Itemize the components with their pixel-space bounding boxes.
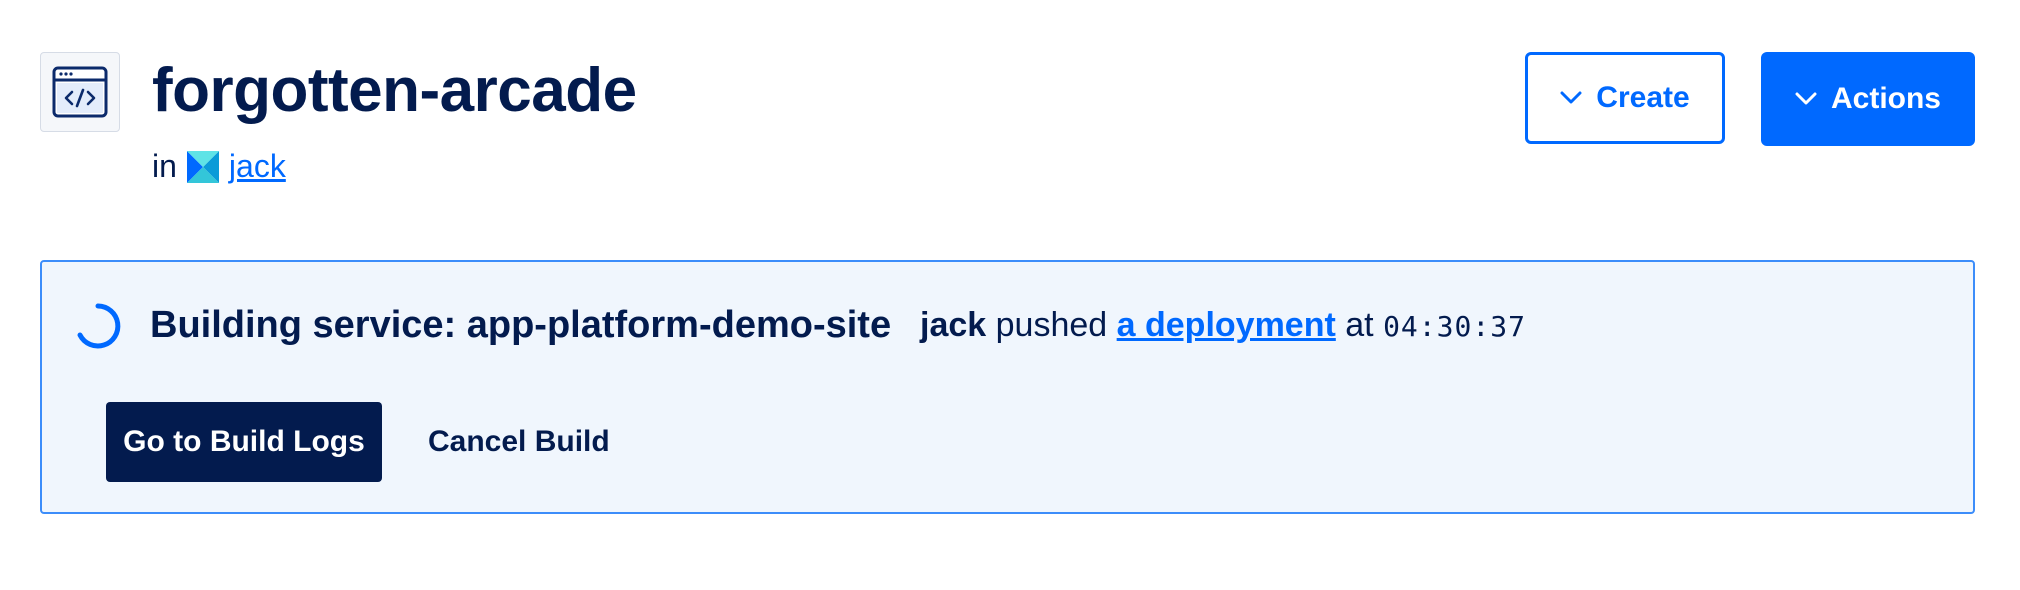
push-timestamp: 04:30:37 bbox=[1383, 310, 1526, 343]
pushed-text: pushed bbox=[995, 306, 1108, 344]
team-prefix: in bbox=[152, 148, 177, 184]
build-status-banner: Building service: app-platform-demo-site… bbox=[40, 260, 1975, 514]
actions-button[interactable]: Actions bbox=[1761, 52, 1975, 146]
cancel-build-button[interactable]: Cancel Build bbox=[428, 402, 610, 482]
at-text: at bbox=[1345, 306, 1374, 344]
actions-button-label: Actions bbox=[1830, 82, 1941, 115]
app-page: forgotten-arcade in jack Create Actions bbox=[0, 0, 2020, 590]
team-link[interactable]: jack bbox=[229, 148, 286, 185]
team-breadcrumb: in jack bbox=[152, 148, 286, 185]
pusher-name: jack bbox=[920, 306, 987, 344]
code-window-icon bbox=[40, 52, 120, 132]
push-info: jack pushed a deployment at 04:30:37 bbox=[920, 300, 1526, 352]
build-status-text: Building service: app-platform-demo-site bbox=[150, 304, 892, 346]
chevron-down-icon bbox=[1560, 91, 1582, 104]
create-button[interactable]: Create bbox=[1525, 52, 1725, 144]
create-button-label: Create bbox=[1596, 81, 1690, 114]
page-title: forgotten-arcade bbox=[152, 56, 637, 125]
go-to-build-logs-button[interactable]: Go to Build Logs bbox=[106, 402, 382, 482]
loading-spinner-icon bbox=[77, 303, 121, 349]
team-logo-icon bbox=[186, 150, 219, 183]
deployment-link[interactable]: a deployment bbox=[1117, 306, 1336, 344]
chevron-down-icon bbox=[1795, 92, 1817, 105]
